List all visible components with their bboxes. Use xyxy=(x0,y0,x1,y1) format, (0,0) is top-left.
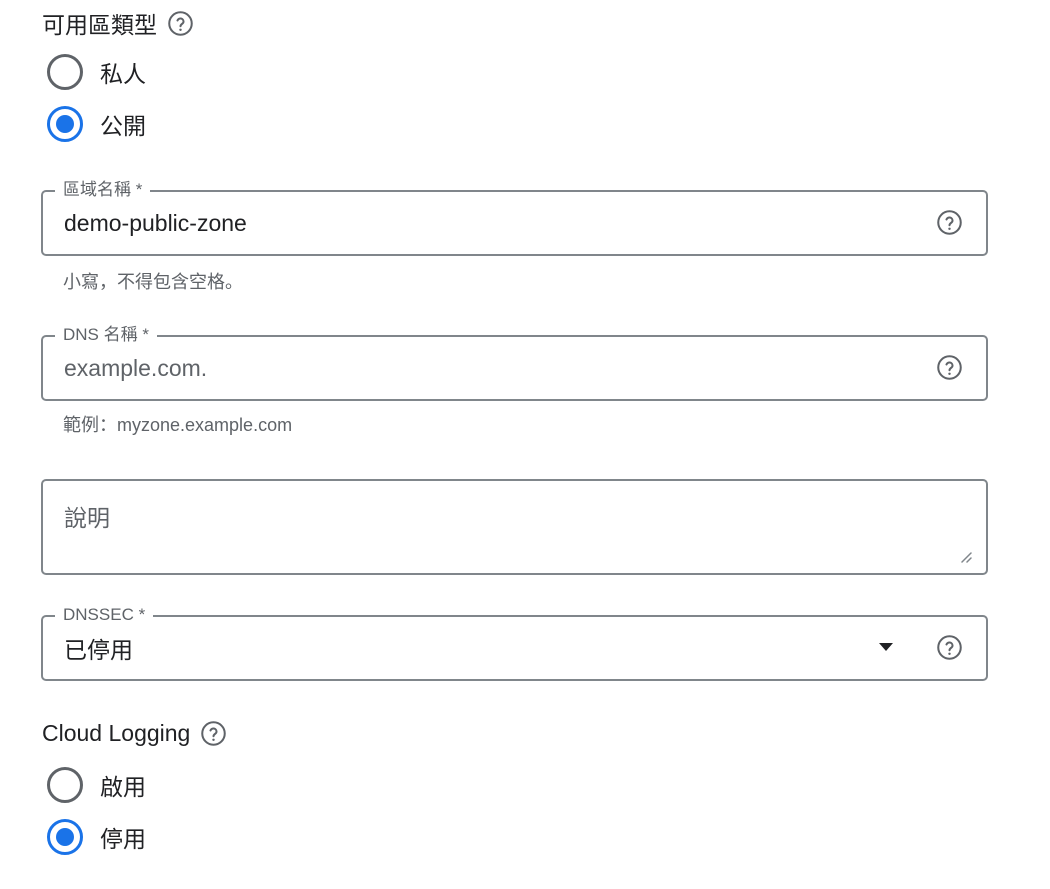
zone-type-public-option[interactable]: 公開 xyxy=(47,106,146,142)
logging-enable-option[interactable]: 啟用 xyxy=(47,767,146,803)
help-circle-icon[interactable] xyxy=(167,10,194,37)
radio-public[interactable] xyxy=(47,106,83,142)
radio-logging-disable-label: 停用 xyxy=(100,826,146,852)
zone-type-private-option[interactable]: 私人 xyxy=(47,54,146,90)
help-circle-icon[interactable] xyxy=(936,634,963,661)
cloud-logging-heading: Cloud Logging xyxy=(42,720,227,747)
radio-public-label: 公開 xyxy=(100,113,146,139)
zone-name-field[interactable]: 區域名稱 * demo-public-zone xyxy=(41,178,988,256)
dns-name-field[interactable]: DNS 名稱 * example.com. xyxy=(41,323,988,401)
radio-private-label: 私人 xyxy=(100,61,146,87)
dns-name-input[interactable]: example.com. xyxy=(64,337,207,399)
radio-logging-enable[interactable] xyxy=(47,767,83,803)
dnssec-selected-value: 已停用 xyxy=(64,637,133,663)
zone-type-title: 可用區類型 xyxy=(42,12,157,38)
zone-name-input[interactable]: demo-public-zone xyxy=(64,192,247,254)
radio-logging-enable-label: 啟用 xyxy=(100,774,146,800)
help-circle-icon[interactable] xyxy=(936,209,963,236)
help-circle-icon[interactable] xyxy=(936,354,963,381)
dropdown-arrow-icon[interactable] xyxy=(879,643,893,651)
logging-disable-option[interactable]: 停用 xyxy=(47,819,146,855)
dns-name-hint: 範例：myzone.example.com xyxy=(63,415,293,435)
zone-type-heading: 可用區類型 xyxy=(42,6,194,40)
cloud-logging-title: Cloud Logging xyxy=(42,720,191,746)
resize-handle-icon[interactable] xyxy=(958,549,972,563)
radio-logging-disable[interactable] xyxy=(47,819,83,855)
description-label: 說明 xyxy=(64,505,110,531)
zone-name-hint: 小寫，不得包含空格。 xyxy=(63,272,243,292)
dnssec-select[interactable]: DNSSEC * 已停用 xyxy=(41,603,988,681)
description-textarea[interactable]: 說明 xyxy=(41,479,988,575)
radio-private[interactable] xyxy=(47,54,83,90)
help-circle-icon[interactable] xyxy=(200,720,227,747)
